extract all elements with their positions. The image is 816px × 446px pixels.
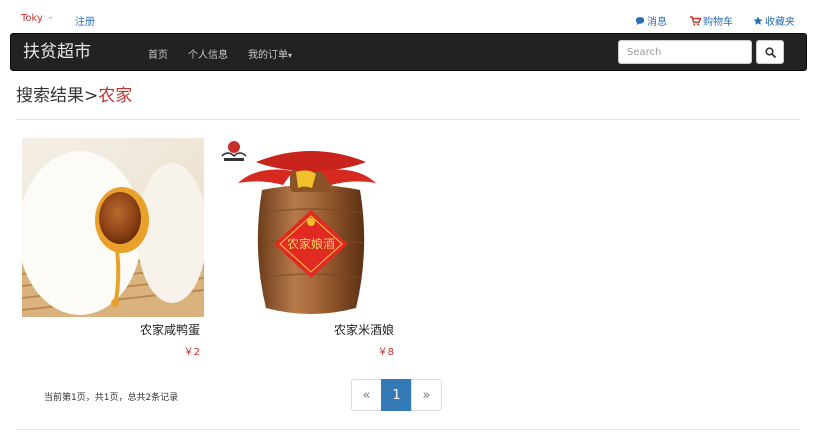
messages-label: 消息 bbox=[647, 17, 667, 28]
pagination-info: 当前第1页，共1页，总共2条记录 bbox=[44, 393, 179, 403]
nav-orders[interactable]: 我的订单▾ bbox=[248, 46, 292, 61]
product-card[interactable]: 农家娘酒 农家米酒娘 ￥8 bbox=[216, 138, 398, 358]
cart-label: 购物车 bbox=[703, 17, 733, 28]
search-result-prefix: 搜索结果> bbox=[16, 86, 99, 106]
star-icon bbox=[753, 16, 763, 25]
wine-label-text: 农家娘酒 bbox=[287, 236, 335, 251]
messages-link[interactable]: 消息 bbox=[635, 13, 667, 28]
cart-link[interactable]: 购物车 bbox=[690, 13, 733, 28]
register-link[interactable]: 注册 bbox=[75, 13, 95, 28]
product-image-salted-egg[interactable] bbox=[22, 138, 204, 317]
brand-logo[interactable]: 扶贫超市 bbox=[23, 42, 91, 62]
nav-orders-label: 我的订单 bbox=[248, 50, 288, 61]
divider bbox=[16, 119, 800, 120]
product-image-rice-wine[interactable]: 农家娘酒 bbox=[216, 138, 398, 317]
prev-page-button[interactable]: « bbox=[351, 379, 382, 411]
search-input[interactable] bbox=[618, 40, 752, 64]
divider bbox=[16, 429, 800, 430]
nav-home[interactable]: 首页 bbox=[148, 46, 168, 61]
product-name[interactable]: 农家米酒娘 bbox=[334, 321, 394, 338]
next-page-button[interactable]: » bbox=[411, 379, 442, 411]
favorites-label: 收藏夹 bbox=[765, 17, 795, 28]
product-card[interactable]: 农家咸鸭蛋 ￥2 bbox=[22, 138, 204, 358]
product-price: ￥2 bbox=[183, 347, 200, 358]
search-keyword: 农家 bbox=[98, 86, 133, 106]
product-price: ￥8 bbox=[377, 347, 394, 358]
comment-icon bbox=[635, 16, 645, 25]
pagination: « 1 » bbox=[351, 379, 442, 411]
product-name[interactable]: 农家咸鸭蛋 bbox=[140, 321, 200, 338]
nav-profile[interactable]: 个人信息 bbox=[188, 46, 228, 61]
user-caret-icon[interactable]: - bbox=[49, 13, 52, 23]
search-result-title: 搜索结果>农家 bbox=[16, 85, 132, 107]
main-navbar: 扶贫超市 首页 个人信息 我的订单▾ bbox=[10, 33, 807, 71]
cart-icon bbox=[690, 15, 701, 25]
search-icon bbox=[764, 46, 776, 58]
search-button[interactable] bbox=[756, 40, 784, 64]
page-button[interactable]: 1 bbox=[381, 379, 412, 411]
user-menu-link[interactable]: Toky bbox=[21, 13, 43, 24]
chevron-down-icon: ▾ bbox=[288, 51, 293, 60]
top-utility-bar: Toky - 注册 消息 购物车 收藏夹 bbox=[0, 0, 816, 34]
favorites-link[interactable]: 收藏夹 bbox=[753, 13, 795, 28]
